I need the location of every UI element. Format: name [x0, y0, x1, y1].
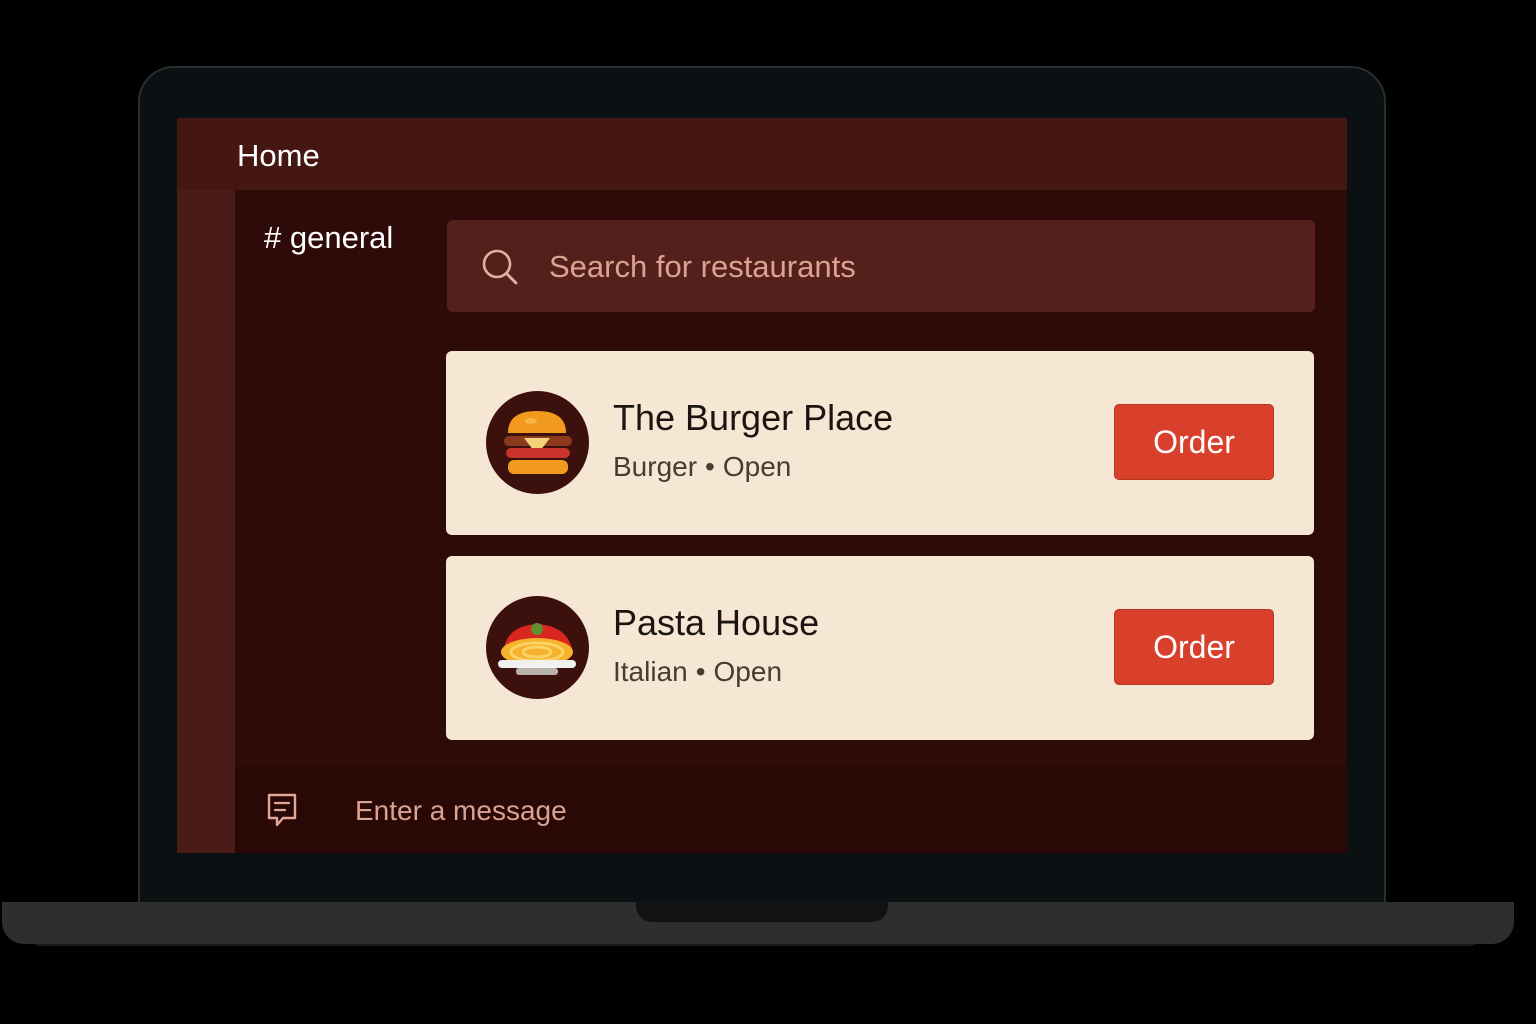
laptop-notch	[636, 902, 888, 922]
restaurant-avatar	[486, 391, 589, 494]
order-button[interactable]: Order	[1114, 609, 1274, 685]
restaurant-name: The Burger Place	[613, 397, 894, 438]
restaurant-category: Burger	[613, 451, 698, 482]
burger-icon	[504, 411, 572, 474]
separator-dot: •	[705, 451, 715, 482]
restaurant-meta: Burger • Open	[613, 451, 791, 483]
restaurant-name: Pasta House	[613, 602, 820, 643]
restaurant-card: The Burger Place Burger • Open Order	[446, 351, 1314, 535]
separator-dot: •	[695, 656, 706, 687]
restaurant-card: Pasta House Italian • Open Order	[446, 556, 1314, 740]
restaurant-meta: Italian • Open	[613, 656, 782, 688]
message-input[interactable]	[353, 788, 1257, 834]
restaurant-category: Italian	[613, 656, 688, 687]
restaurant-status: Open	[722, 451, 792, 482]
pasta-icon	[498, 623, 576, 675]
app-screen: Home # general The Burger Place Burger•O…	[177, 118, 1347, 853]
order-button[interactable]: Order	[1114, 404, 1274, 480]
channel-general[interactable]: # general	[264, 220, 393, 256]
sidebar-rail	[177, 190, 235, 853]
page-title: Home	[237, 138, 320, 173]
search-input[interactable]	[547, 242, 1251, 292]
message-composer[interactable]	[235, 766, 1347, 853]
message-icon	[267, 793, 297, 827]
header-bar: Home	[177, 118, 1347, 190]
restaurant-status: Open	[713, 656, 783, 687]
restaurant-avatar	[486, 596, 589, 699]
search-icon	[482, 249, 518, 285]
search-bar[interactable]	[447, 220, 1315, 312]
